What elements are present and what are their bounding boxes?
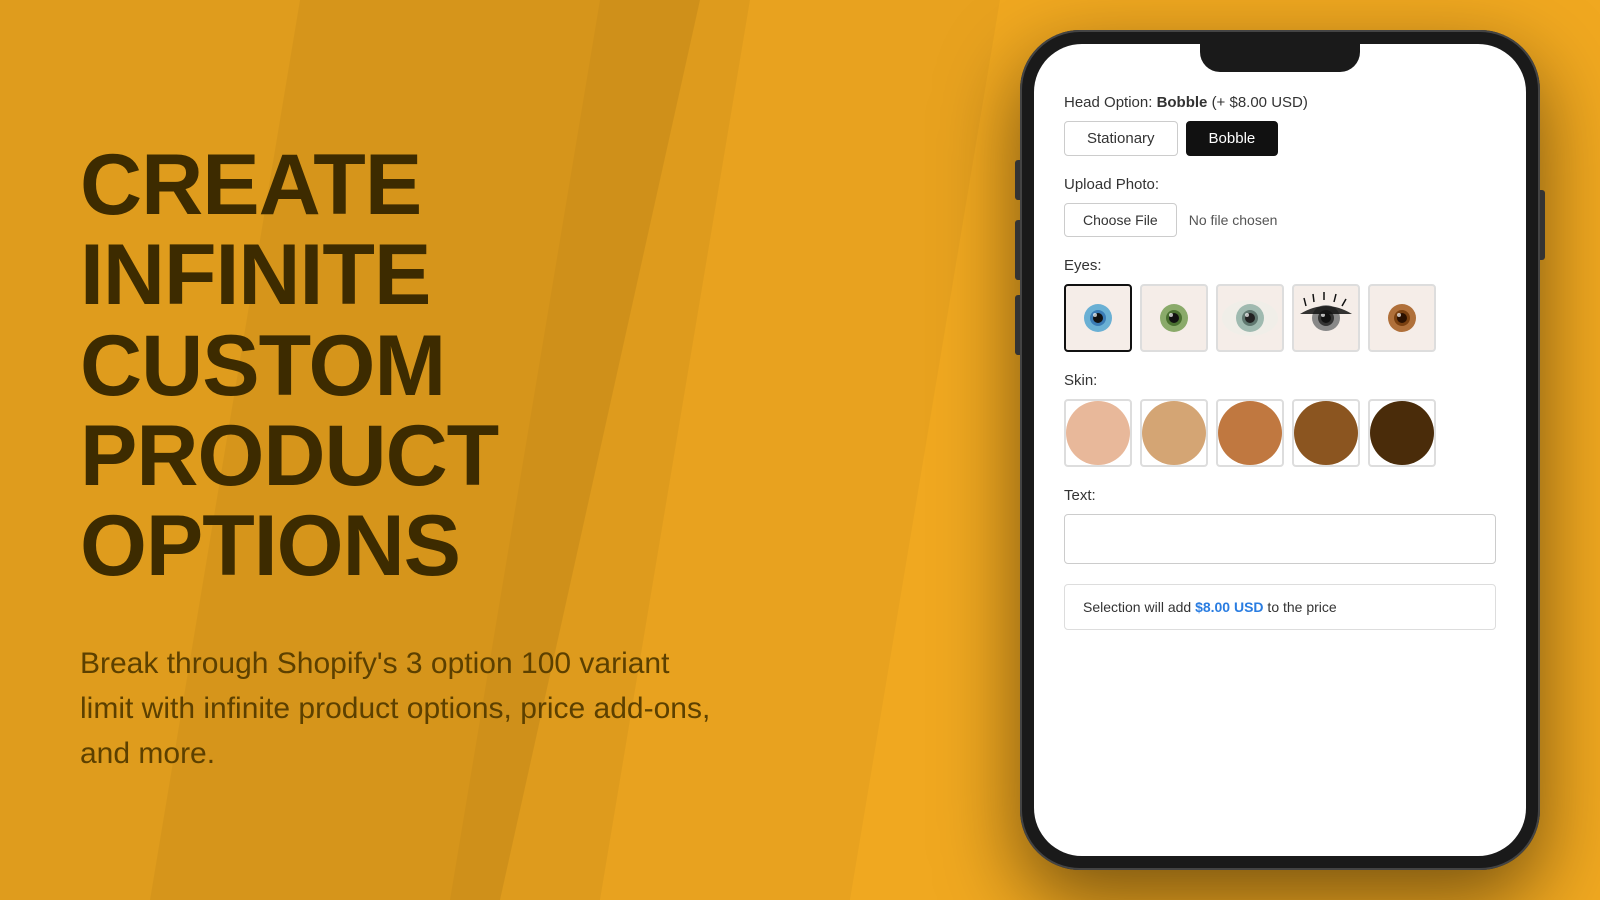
eyes-label: Eyes: [1064, 257, 1496, 274]
text-label: Text: [1064, 487, 1496, 504]
choose-file-button[interactable]: Choose File [1064, 203, 1177, 237]
head-option-label: Head Option: Bobble (+ $8.00 USD) [1064, 94, 1496, 111]
screen-content: Head Option: Bobble (+ $8.00 USD) Statio… [1064, 94, 1496, 826]
eyes-section: Eyes: [1064, 257, 1496, 352]
phone-notch [1200, 44, 1360, 72]
eye-swatch-1[interactable] [1064, 284, 1132, 352]
head-option-buttons: Stationary Bobble [1064, 121, 1496, 156]
head-option-section: Head Option: Bobble (+ $8.00 USD) Statio… [1064, 94, 1496, 156]
no-file-text: No file chosen [1189, 212, 1278, 228]
eyes-swatch-row [1064, 284, 1496, 352]
phone-screen: Head Option: Bobble (+ $8.00 USD) Statio… [1034, 44, 1526, 856]
eye-swatch-3[interactable] [1216, 284, 1284, 352]
skin-swatch-4[interactable] [1292, 399, 1360, 467]
price-notice: Selection will add $8.00 USD to the pric… [1064, 584, 1496, 630]
bobble-button[interactable]: Bobble [1186, 121, 1279, 156]
skin-section: Skin: [1064, 372, 1496, 467]
price-highlight: $8.00 USD [1195, 599, 1263, 615]
phone-outer: Head Option: Bobble (+ $8.00 USD) Statio… [1020, 30, 1540, 870]
eye-swatch-2[interactable] [1140, 284, 1208, 352]
subtitle: Break through Shopify's 3 option 100 var… [80, 641, 720, 776]
text-section: Text: [1064, 487, 1496, 564]
skin-swatch-1[interactable] [1064, 399, 1132, 467]
upload-photo-label: Upload Photo: [1064, 176, 1496, 193]
phone-power-button [1540, 190, 1545, 260]
text-input[interactable] [1064, 514, 1496, 564]
skin-label: Skin: [1064, 372, 1496, 389]
eye-swatch-5[interactable] [1368, 284, 1436, 352]
stationary-button[interactable]: Stationary [1064, 121, 1178, 156]
skin-swatch-5[interactable] [1368, 399, 1436, 467]
phone-mockup: Head Option: Bobble (+ $8.00 USD) Statio… [1020, 30, 1540, 870]
phone-mute-button [1015, 160, 1020, 200]
skin-swatch-row [1064, 399, 1496, 467]
upload-photo-section: Upload Photo: Choose File No file chosen [1064, 176, 1496, 237]
skin-swatch-2[interactable] [1140, 399, 1208, 467]
phone-volume-down-button [1015, 295, 1020, 355]
main-title: CREATE INFINITE CUSTOM PRODUCT OPTIONS [80, 140, 780, 591]
phone-volume-up-button [1015, 220, 1020, 280]
file-upload-row: Choose File No file chosen [1064, 203, 1496, 237]
eye-swatch-4[interactable] [1292, 284, 1360, 352]
skin-swatch-3[interactable] [1216, 399, 1284, 467]
